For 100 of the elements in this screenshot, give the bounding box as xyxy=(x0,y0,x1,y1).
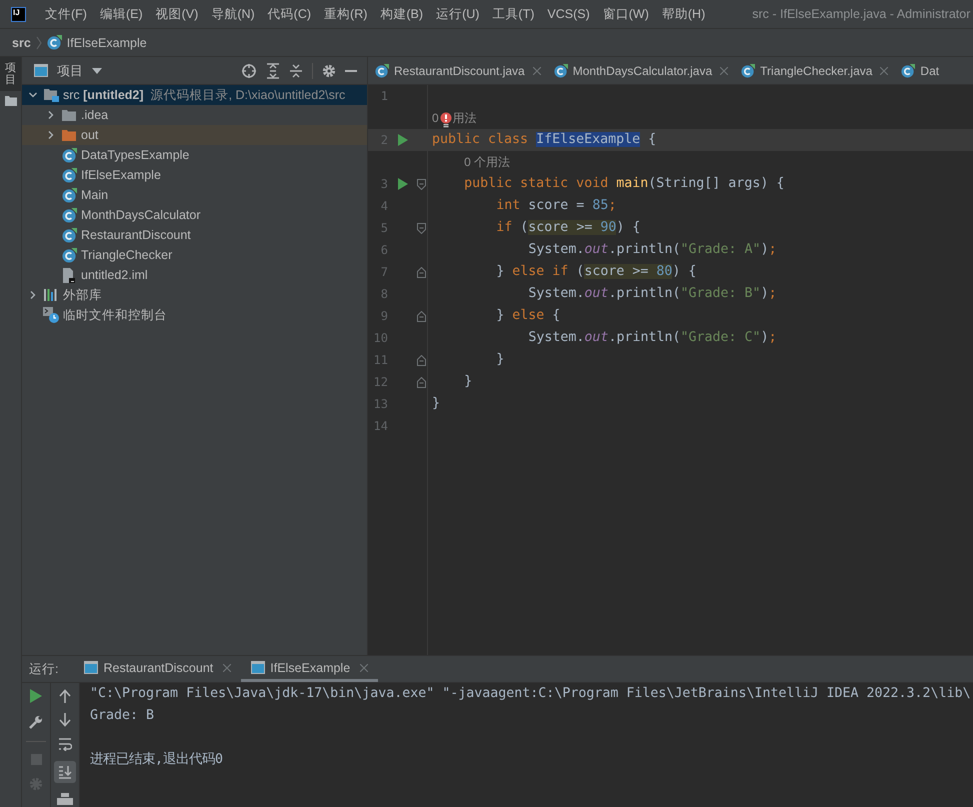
class-icon xyxy=(741,64,756,78)
line-number: 7 xyxy=(380,265,388,279)
run-icon[interactable] xyxy=(30,689,42,703)
run-icon[interactable] xyxy=(398,134,408,146)
line-number: 12 xyxy=(372,375,388,389)
usage-hint[interactable]: 0 个用法 xyxy=(464,154,510,170)
fold-icon[interactable] xyxy=(417,310,426,322)
class-icon xyxy=(62,148,76,162)
fold-icon[interactable] xyxy=(417,178,426,190)
code-line: } xyxy=(432,395,442,413)
tool-window-tab[interactable]: 项目 xyxy=(0,57,21,92)
panel-icon xyxy=(34,64,48,77)
line-number: 1 xyxy=(380,89,388,103)
menu-item[interactable]: 文件(F) xyxy=(45,6,87,22)
folder-icon xyxy=(62,109,76,121)
breadcrumb-item[interactable]: IfElseExample xyxy=(46,35,147,50)
scroll-to-end-icon xyxy=(58,765,72,779)
line-number: 4 xyxy=(380,199,388,213)
dropdown-caret-icon[interactable] xyxy=(92,68,102,74)
library-icon xyxy=(44,289,58,301)
run-tab[interactable]: RestaurantDiscount xyxy=(74,656,242,682)
tree-item[interactable]: TriangleChecker xyxy=(22,245,367,265)
line-number: 8 xyxy=(380,287,388,301)
class-icon xyxy=(46,35,62,50)
tree-item[interactable]: 临时文件和控制台 xyxy=(22,305,367,325)
window-title: src - IfElseExample.java - Administrator xyxy=(752,7,970,21)
usage-hint[interactable]: 0 xyxy=(432,111,439,125)
collapse-all-icon[interactable] xyxy=(289,62,303,78)
code-line: } else { xyxy=(495,307,562,325)
class-icon xyxy=(62,188,76,202)
arrow-up-icon[interactable] xyxy=(59,689,71,703)
menu-item[interactable]: 构建(B) xyxy=(380,6,424,22)
editor-tab[interactable]: RestaurantDiscount.java xyxy=(368,57,547,84)
menu-item[interactable]: 窗口(W) xyxy=(602,6,649,22)
soft-wrap-icon[interactable] xyxy=(58,737,72,751)
print-icon[interactable] xyxy=(57,793,73,807)
run-label: 运行: xyxy=(29,660,58,678)
editor-tab[interactable]: Dat xyxy=(894,57,948,84)
breadcrumb-item[interactable]: src xyxy=(12,36,31,50)
menu-item[interactable]: 帮助(H) xyxy=(662,6,706,22)
menu-item[interactable]: 代码(C) xyxy=(268,6,312,22)
menu-item[interactable]: 运行(U) xyxy=(436,6,480,22)
usage-hint[interactable]: 用法 xyxy=(452,110,477,126)
fold-icon[interactable] xyxy=(417,266,426,278)
code-line: } xyxy=(495,351,506,369)
lightbulb-icon[interactable] xyxy=(440,112,452,128)
console-line: Grade: B xyxy=(90,707,156,725)
console-icon xyxy=(251,661,266,674)
editor-tab[interactable]: MonthDaysCalculator.java xyxy=(546,57,734,84)
menu-item[interactable]: 导航(N) xyxy=(211,6,255,22)
code-line: System.out.println("Grade: C"); xyxy=(527,329,778,347)
settings-icon[interactable] xyxy=(322,64,336,78)
line-number: 3 xyxy=(380,177,388,191)
expand-all-icon[interactable] xyxy=(266,62,280,78)
code-line: System.out.println("Grade: A"); xyxy=(527,241,778,259)
run-icon[interactable] xyxy=(398,178,408,190)
tree-item[interactable]: 外部库 xyxy=(22,285,367,305)
source-folder-icon xyxy=(44,88,58,102)
scratch-console-icon xyxy=(43,307,59,323)
tree-item[interactable]: RestaurantDiscount xyxy=(22,225,367,245)
tree-item[interactable]: src [untitled2] 源代码根目录, D:\xiao\untitled2\src xyxy=(22,85,367,105)
menu-item[interactable]: 工具(T) xyxy=(492,6,534,22)
line-number: 11 xyxy=(372,353,388,367)
class-icon xyxy=(554,64,568,78)
folder-icon[interactable] xyxy=(4,96,16,106)
panel-title[interactable]: 项目 xyxy=(57,62,83,80)
code-line: } xyxy=(463,373,474,391)
class-icon xyxy=(62,168,76,182)
menu-item[interactable]: 重构(R) xyxy=(324,6,368,22)
tree-item[interactable]: untitled2.iml xyxy=(22,265,367,285)
editor-tab[interactable]: TriangleChecker.java xyxy=(734,57,894,84)
tree-item[interactable]: DataTypesExample xyxy=(22,145,367,165)
fold-icon[interactable] xyxy=(417,376,426,388)
tree-item[interactable]: out xyxy=(22,125,367,145)
menu-item[interactable]: 视图(V) xyxy=(156,6,198,22)
console-icon xyxy=(84,661,98,674)
tree-item[interactable]: IfElseExample xyxy=(22,165,367,185)
class-icon xyxy=(62,248,76,262)
class-icon xyxy=(901,64,916,78)
fold-icon[interactable] xyxy=(417,354,426,366)
app-logo: IJ xyxy=(11,6,26,22)
fold-icon[interactable] xyxy=(417,222,426,234)
line-number: 14 xyxy=(372,419,388,433)
scroll-to-end-button[interactable] xyxy=(54,761,76,783)
tree-item[interactable]: .idea xyxy=(22,105,367,125)
arrow-down-icon[interactable] xyxy=(59,713,71,727)
code-line: } else if (score >= 80) { xyxy=(495,263,698,281)
path-hint: 源代码根目录, D:\xiao\untitled2\src xyxy=(150,86,346,104)
line-number: 10 xyxy=(372,331,388,345)
locate-icon[interactable] xyxy=(241,62,257,78)
wrench-icon[interactable] xyxy=(29,715,43,729)
menu-item[interactable]: 编辑(E) xyxy=(100,6,143,22)
tree-item[interactable]: Main xyxy=(22,185,367,205)
tree-item[interactable]: MonthDaysCalculator xyxy=(22,205,367,225)
menu-item[interactable]: VCS(S) xyxy=(547,7,590,21)
line-number: 5 xyxy=(380,221,388,235)
code-line: if (score >= 90) { xyxy=(495,219,642,237)
console-line: "C:\Program Files\Java\jdk-17\bin\java.exe" "-javaagent:C:\Program Files\JetBrains\IntelliJ IDEA 2022.3.2\lib\ xyxy=(90,685,972,703)
code-line: System.out.println("Grade: B"); xyxy=(527,285,778,303)
line-number: 6 xyxy=(380,243,388,257)
